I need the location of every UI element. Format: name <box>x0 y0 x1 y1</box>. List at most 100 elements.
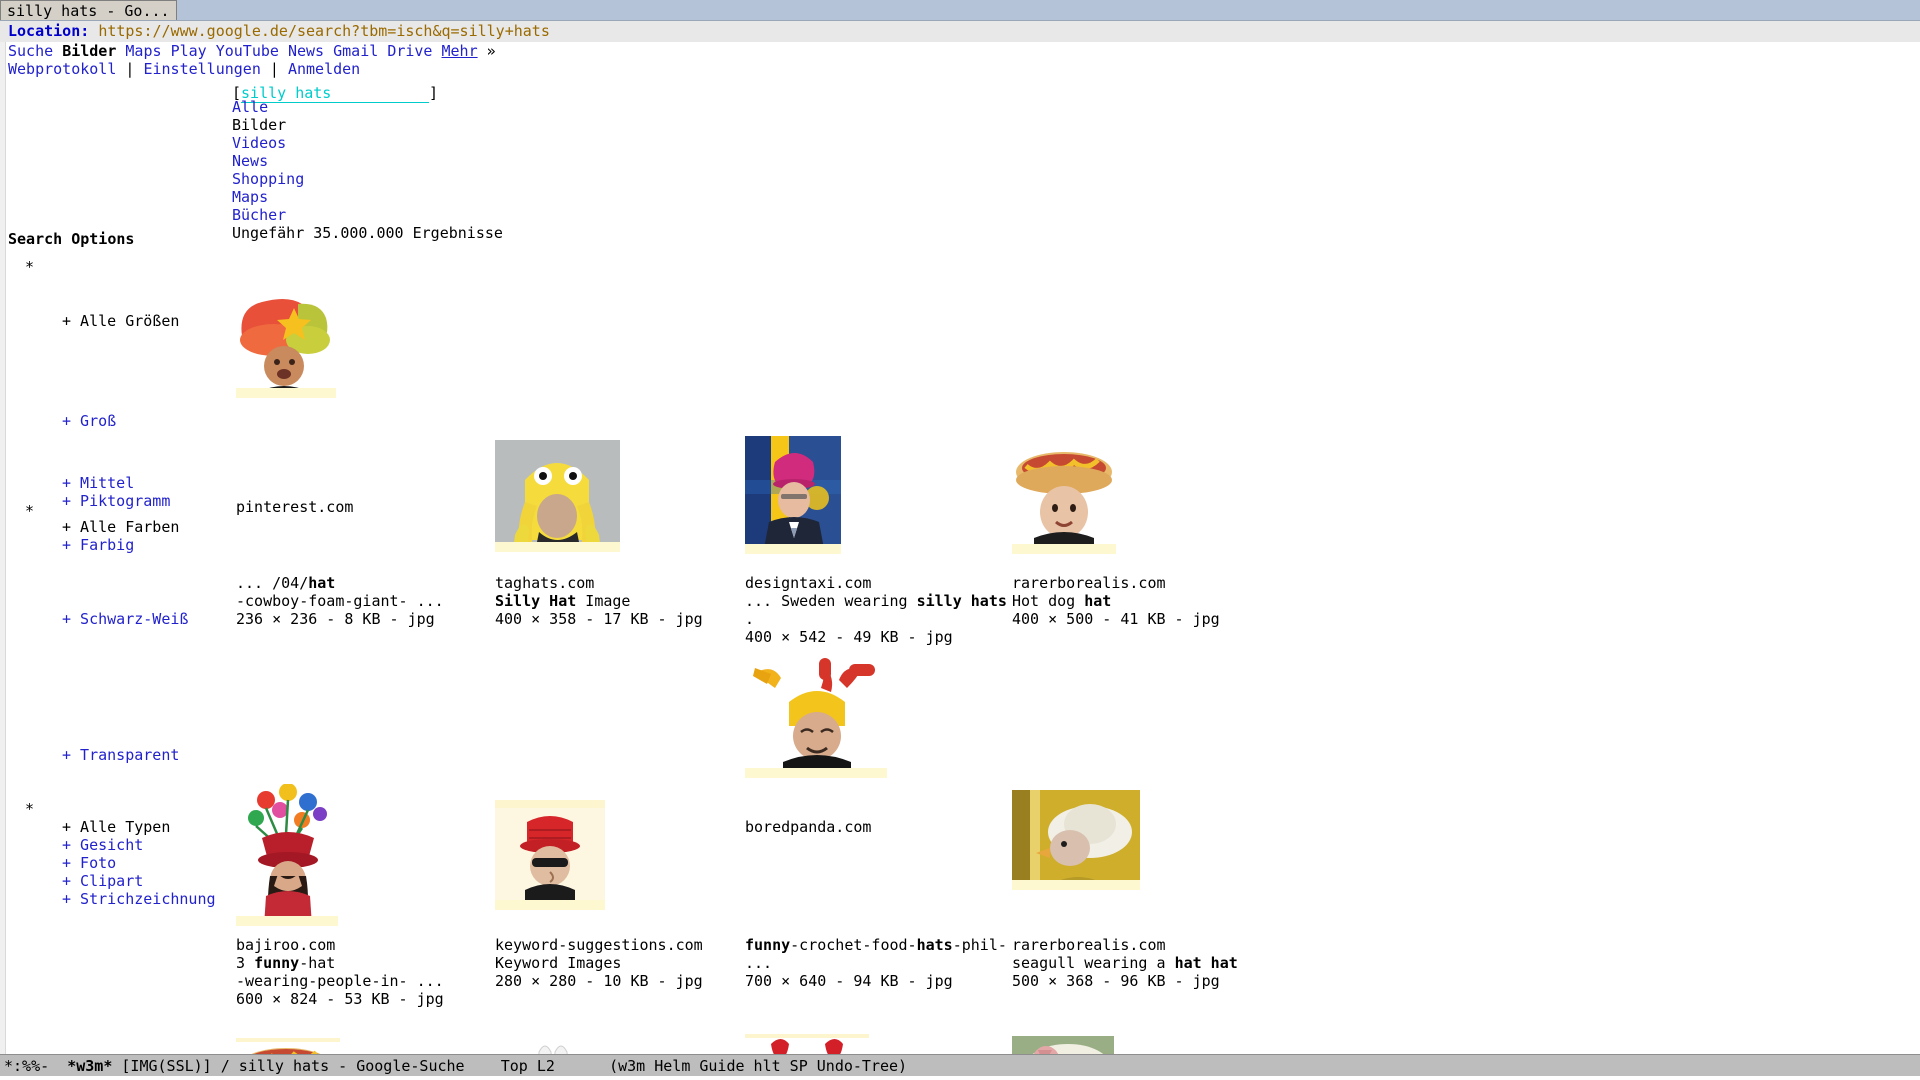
search-input[interactable]: silly hats <box>241 84 429 103</box>
modeline-left: *:%%- <box>4 1057 49 1075</box>
result-meta: 500 × 368 - 96 KB - jpg <box>1012 972 1220 990</box>
nav-gmail[interactable]: Gmail <box>333 42 378 60</box>
result-meta: 400 × 542 - 49 KB - jpg <box>745 628 953 646</box>
sidebar-item-strichzeichnung[interactable]: + Strichzeichnung <box>62 890 216 908</box>
result-caption-pre: seagull wearing a <box>1012 954 1175 972</box>
sidebar-item-transparent[interactable]: + Transparent <box>62 746 179 764</box>
sidebar-heading: Search Options <box>8 230 134 248</box>
result-caption-post: -crochet-food- <box>790 936 916 954</box>
result-caption-bold: hat <box>308 574 335 592</box>
result-thumbnail[interactable] <box>745 658 887 778</box>
vnav-alle[interactable]: Alle <box>232 98 268 116</box>
location-bar[interactable]: Location: https://www.google.de/search?t… <box>0 21 1920 42</box>
result-thumbnail[interactable] <box>495 440 620 552</box>
hot-dog-hat-clipped-image[interactable] <box>236 1038 340 1054</box>
nav-mehr[interactable]: Mehr <box>442 42 478 60</box>
result-thumbnail[interactable] <box>236 288 336 398</box>
nav-bilder-current[interactable]: Bilder <box>62 42 116 60</box>
nav-suche[interactable]: Suche <box>8 42 53 60</box>
google-global-nav-row2: Webprotokoll | Einstellungen | Anmelden <box>8 60 360 78</box>
nav-news[interactable]: News <box>288 42 324 60</box>
sidebar-group-bullet-2: * <box>25 502 34 520</box>
result-thumbnail[interactable] <box>495 1038 605 1054</box>
result-meta: 600 × 824 - 53 KB - jpg <box>236 990 444 1008</box>
result-caption-post2: -phil- <box>953 936 1007 954</box>
result-site[interactable]: boredpanda.com <box>745 818 871 836</box>
sidebar-item-farbig[interactable]: + Farbig <box>62 536 134 554</box>
seagull-hat-image[interactable] <box>1012 790 1140 890</box>
results-count: Ungefähr 35.000.000 Ergebnisse <box>232 224 503 242</box>
result-caption-post: -hat <box>299 954 335 972</box>
result-site[interactable]: designtaxi.com <box>745 574 871 592</box>
result-thumbnail[interactable] <box>236 1038 340 1054</box>
result-caption-bold: hat hat <box>1175 954 1238 972</box>
nav-einstellungen[interactable]: Einstellungen <box>143 60 260 78</box>
sidebar-item-gross[interactable]: + Groß <box>62 412 116 430</box>
king-pink-hat-image[interactable] <box>745 436 841 554</box>
result-caption-pre: ... /04/ <box>236 574 308 592</box>
nav-webprotokoll[interactable]: Webprotokoll <box>8 60 116 78</box>
sidebar-item-foto[interactable]: + Foto <box>62 854 116 872</box>
nav-play[interactable]: Play <box>171 42 207 60</box>
result-thumbnail[interactable] <box>1012 436 1116 554</box>
sidebar-item-alle-farben[interactable]: + Alle Farben <box>62 518 179 536</box>
sidebar-group-bullet-3: * <box>25 800 34 818</box>
crochet-food-hat-image[interactable] <box>745 658 887 778</box>
result-caption-line2: ... <box>745 954 772 972</box>
vnav-maps[interactable]: Maps <box>232 188 268 206</box>
nav-maps[interactable]: Maps <box>125 42 161 60</box>
sidebar-item-alle-groessen[interactable]: + Alle Größen <box>62 312 179 330</box>
result-caption-bold: funny <box>745 936 790 954</box>
result-site[interactable]: rarerborealis.com <box>1012 936 1166 954</box>
result-caption-bold: silly hats <box>917 592 1007 610</box>
result-caption-line2: -cowboy-foam-giant- ... <box>236 592 444 610</box>
vnav-news[interactable]: News <box>232 152 268 170</box>
sidebar-item-schwarz-weiss[interactable]: + Schwarz-Weiß <box>62 610 188 628</box>
flower-pot-hat-image[interactable] <box>236 784 338 926</box>
nav-drive[interactable]: Drive <box>387 42 432 60</box>
result-site[interactable]: pinterest.com <box>236 498 353 516</box>
result-caption-line2: -wearing-people-in- ... <box>236 972 444 990</box>
result-thumbnail[interactable] <box>745 436 841 554</box>
result-thumbnail[interactable] <box>236 784 338 926</box>
result-thumbnail[interactable] <box>495 800 605 910</box>
result-thumbnail[interactable] <box>1012 790 1140 890</box>
thumbnail-highlight <box>1012 880 1140 890</box>
sidebar-item-gesicht[interactable]: + Gesicht <box>62 836 143 854</box>
red-bucket-hat-image[interactable] <box>495 800 605 910</box>
result-meta: 400 × 358 - 17 KB - jpg <box>495 610 703 628</box>
pig-hat-clipped-image[interactable] <box>1012 1036 1114 1054</box>
vnav-videos[interactable]: Videos <box>232 134 286 152</box>
giant-cowboy-hat-image[interactable] <box>236 288 336 398</box>
nav-separator-2: | <box>270 60 279 78</box>
vnav-shopping[interactable]: Shopping <box>232 170 304 188</box>
emacs-w3m-window: silly hats - Go... Location: https://www… <box>0 0 1920 1080</box>
hot-dog-hat-image[interactable] <box>1012 436 1116 554</box>
nav-youtube[interactable]: YouTube <box>216 42 279 60</box>
thumbnail-highlight <box>745 768 887 778</box>
sidebar-item-piktogramm[interactable]: + Piktogramm <box>62 492 170 510</box>
result-site[interactable]: keyword-suggestions.com <box>495 936 703 954</box>
squid-hat-image[interactable] <box>495 440 620 552</box>
result-thumbnail[interactable] <box>1012 1036 1114 1054</box>
result-site[interactable]: taghats.com <box>495 574 594 592</box>
sidebar-item-alle-typen[interactable]: + Alle Typen <box>62 818 170 836</box>
nav-anmelden[interactable]: Anmelden <box>288 60 360 78</box>
browser-tab[interactable]: silly hats - Go... <box>0 0 177 20</box>
result-site[interactable]: bajiroo.com <box>236 936 335 954</box>
search-close-bracket: ] <box>429 84 438 102</box>
shoes-hat-clipped-image[interactable] <box>495 1038 605 1054</box>
vnav-bilder-current[interactable]: Bilder <box>232 116 286 134</box>
location-url[interactable]: https://www.google.de/search?tbm=isch&q=… <box>98 22 550 40</box>
tab-bar: silly hats - Go... <box>0 0 1920 21</box>
vnav-buecher[interactable]: Bücher <box>232 206 286 224</box>
sidebar-item-mittel[interactable]: + Mittel <box>62 474 134 492</box>
result-site[interactable]: rarerborealis.com <box>1012 574 1166 592</box>
result-caption-bold: hat <box>1084 592 1111 610</box>
tulip-eyes-hat-clipped-image[interactable] <box>745 1034 869 1054</box>
result-caption-post: Image <box>576 592 630 610</box>
google-global-nav-row1: Suche Bilder Maps Play YouTube News Gmai… <box>8 42 496 60</box>
result-thumbnail[interactable] <box>745 1034 869 1054</box>
sidebar-item-clipart[interactable]: + Clipart <box>62 872 143 890</box>
result-caption-pre: ... Sweden wearing <box>745 592 917 610</box>
